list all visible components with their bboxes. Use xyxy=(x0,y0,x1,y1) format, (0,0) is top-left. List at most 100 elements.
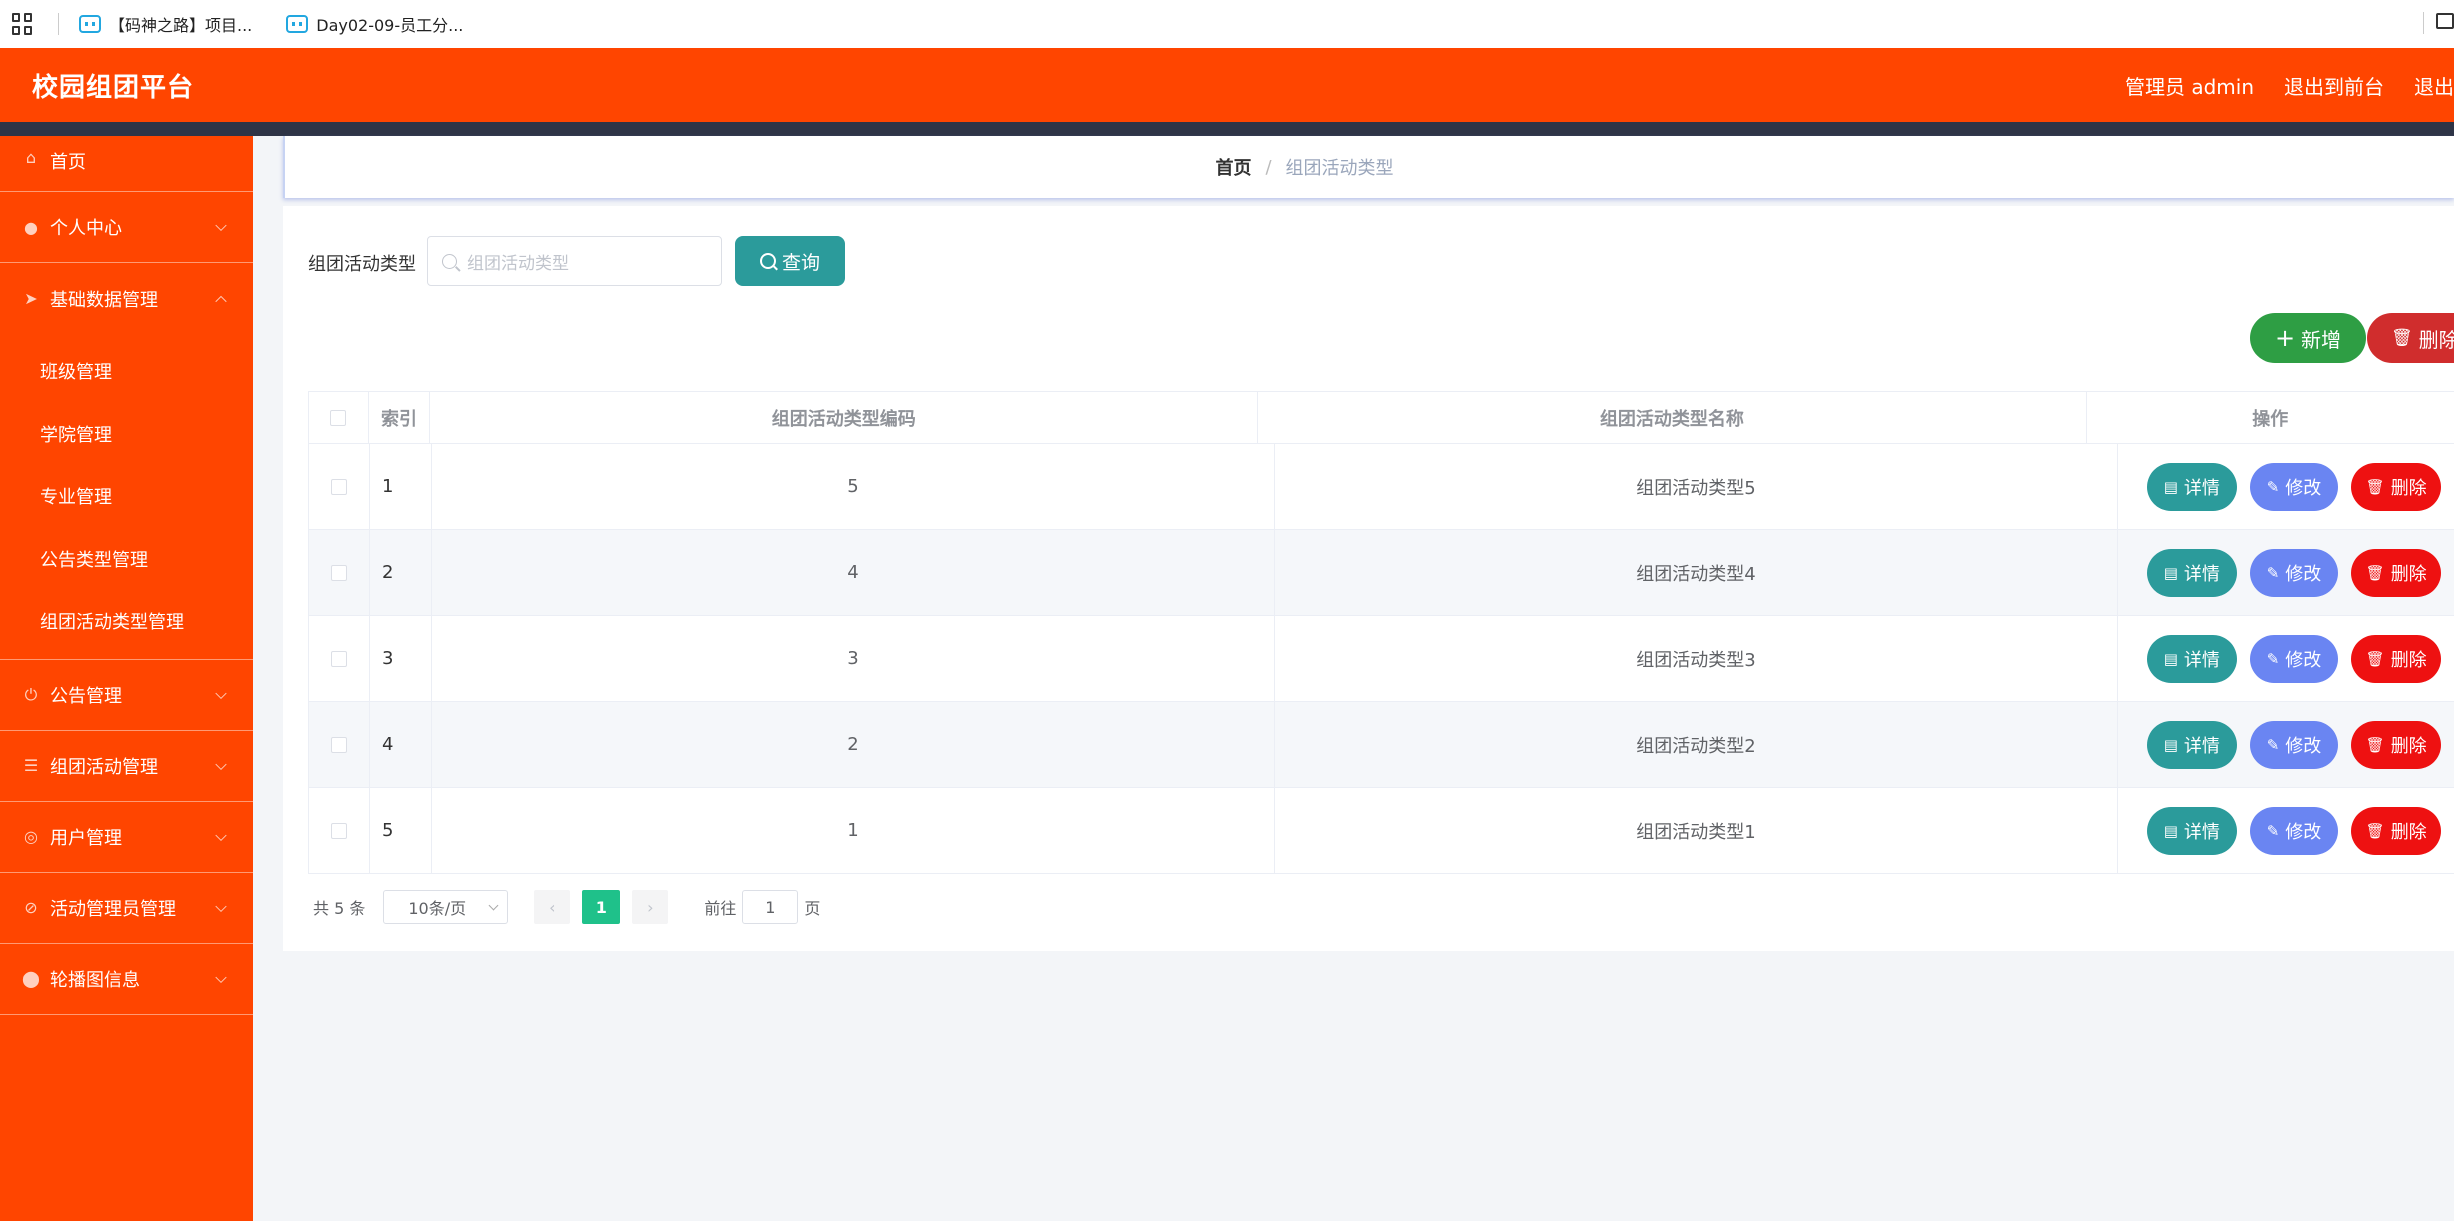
exit-to-front-link[interactable]: 退出到前台 xyxy=(2284,71,2384,100)
delete-button[interactable]: 🗑 删除 xyxy=(2351,806,2441,855)
sidebar-item-personal[interactable]: ● 个人中心 xyxy=(0,192,253,263)
sidebar-item-users[interactable]: ◎ 用户管理 xyxy=(0,802,253,873)
table-body: 1 5 组团活动类型5 ▤ 详情 ✎ 修改 🗑 删除 2 4 组团活动类型4 ▤ 详情 ✎ 修改 🗑 删除 3 3 组团… xyxy=(308,444,2454,874)
page-number-current[interactable]: 1 xyxy=(582,890,621,924)
edit-button[interactable]: ✎ 修改 xyxy=(2249,634,2339,683)
search-input[interactable]: 组团活动类型 xyxy=(427,236,722,286)
sidebar-subitem-class[interactable]: 班级管理 xyxy=(0,340,253,403)
document-icon: ▤ xyxy=(2163,649,2178,668)
header-checkbox-cell xyxy=(308,392,369,443)
edit-button[interactable]: ✎ 修改 xyxy=(2249,548,2339,597)
sidebar-item-notice[interactable]: ⏻ 公告管理 xyxy=(0,660,253,731)
delete-label: 删除 xyxy=(2390,649,2427,671)
sidebar-item-activity-admin[interactable]: ⊘ 活动管理员管理 xyxy=(0,873,253,944)
table-row: 1 5 组团活动类型5 ▤ 详情 ✎ 修改 🗑 删除 xyxy=(308,444,2454,530)
header-code: 组团活动类型编码 xyxy=(430,392,1259,443)
row-ops: ▤ 详情 ✎ 修改 🗑 删除 xyxy=(2118,616,2454,701)
row-index: 2 xyxy=(370,530,432,615)
sidebar-item-label: 用户管理 xyxy=(50,827,122,849)
detail-button[interactable]: ▤ 详情 xyxy=(2147,634,2237,683)
edit-button[interactable]: ✎ 修改 xyxy=(2249,806,2339,855)
row-ops: ▤ 详情 ✎ 修改 🗑 删除 xyxy=(2118,702,2454,787)
edit-label: 修改 xyxy=(2285,477,2322,499)
header-index: 索引 xyxy=(369,392,431,443)
delete-label: 删除 xyxy=(2390,821,2427,843)
add-button[interactable]: + 新增 xyxy=(2250,313,2366,363)
batch-delete-label: 删除 xyxy=(2418,327,2454,352)
row-code: 2 xyxy=(432,702,1275,787)
detail-button[interactable]: ▤ 详情 xyxy=(2147,806,2237,855)
power-icon: ⏻ xyxy=(24,684,38,704)
query-button[interactable]: 查询 xyxy=(735,236,845,286)
user-icon: ● xyxy=(24,217,38,237)
delete-label: 删除 xyxy=(2390,477,2427,499)
search-placeholder: 组团活动类型 xyxy=(467,253,569,274)
detail-button[interactable]: ▤ 详情 xyxy=(2147,548,2237,597)
select-all-checkbox[interactable] xyxy=(330,409,347,426)
sidebar-subitem-college[interactable]: 学院管理 xyxy=(0,403,253,466)
target-icon: ◎ xyxy=(24,827,38,846)
chevron-down-icon xyxy=(215,758,227,770)
bookmark-label: 【码神之路】项目... xyxy=(109,16,253,35)
document-icon: ▤ xyxy=(2163,563,2178,582)
edit-button[interactable]: ✎ 修改 xyxy=(2249,462,2339,511)
delete-button[interactable]: 🗑 删除 xyxy=(2351,548,2441,597)
row-index: 1 xyxy=(370,444,432,529)
folder-icon[interactable] xyxy=(2436,13,2454,29)
row-checkbox[interactable] xyxy=(331,478,347,495)
plus-icon: + xyxy=(2274,324,2296,352)
sidebar: ⌂ 首页 ● 个人中心 ➤ 基础数据管理 班级管理 学院管理 专业管理 公告类型… xyxy=(0,136,253,1221)
delete-button[interactable]: 🗑 删除 xyxy=(2351,462,2441,511)
bilibili-icon xyxy=(286,15,309,33)
logout-link[interactable]: 退出 xyxy=(2414,71,2454,100)
delete-label: 删除 xyxy=(2390,563,2427,585)
detail-button[interactable]: ▤ 详情 xyxy=(2147,720,2237,769)
sidebar-subitem-notice-type[interactable]: 公告类型管理 xyxy=(0,528,253,591)
row-checkbox[interactable] xyxy=(331,822,347,839)
sidebar-item-home[interactable]: ⌂ 首页 xyxy=(0,136,253,192)
apps-grid-icon[interactable] xyxy=(12,13,34,35)
bookmark-item-2[interactable]: Day02-09-员工分... xyxy=(286,12,463,36)
detail-button[interactable]: ▤ 详情 xyxy=(2147,462,2237,511)
query-button-label: 查询 xyxy=(781,251,820,274)
delete-button[interactable]: 🗑 删除 xyxy=(2351,634,2441,683)
row-checkbox[interactable] xyxy=(331,650,347,667)
batch-delete-button[interactable]: 🗑 删除 xyxy=(2367,313,2454,363)
page-size-select[interactable]: 10条/页 xyxy=(383,890,509,924)
breadcrumb-home[interactable]: 首页 xyxy=(1215,154,1251,180)
row-checkbox[interactable] xyxy=(331,736,347,753)
row-name: 组团活动类型3 xyxy=(1275,616,2118,701)
edit-button[interactable]: ✎ 修改 xyxy=(2249,720,2339,769)
sidebar-subitem-activity-type[interactable]: 组团活动类型管理 xyxy=(0,590,253,653)
trash-icon: 🗑 xyxy=(2365,477,2385,496)
pencil-icon: ✎ xyxy=(2266,735,2280,754)
sidebar-item-basic-data[interactable]: ➤ 基础数据管理 xyxy=(0,263,253,334)
page-suffix: 页 xyxy=(804,899,821,918)
header-ops: 操作 xyxy=(2252,408,2289,430)
chevron-right-icon: › xyxy=(647,897,654,917)
table-row: 4 2 组团活动类型2 ▤ 详情 ✎ 修改 🗑 删除 xyxy=(308,702,2454,788)
sidebar-subitem-major[interactable]: 专业管理 xyxy=(0,465,253,528)
detail-label: 详情 xyxy=(2183,735,2220,757)
row-checkbox[interactable] xyxy=(331,564,347,581)
table-header-row: 索引 组团活动类型编码 组团活动类型名称 操作 xyxy=(308,392,2454,444)
bookmark-label: Day02-09-员工分... xyxy=(316,16,464,35)
bell-off-icon: ⊘ xyxy=(24,898,38,917)
goto-page-input[interactable]: 1 xyxy=(742,890,799,924)
chevron-left-icon: ‹ xyxy=(549,897,556,917)
sidebar-item-carousel[interactable]: ⬤ 轮播图信息 xyxy=(0,944,253,1015)
bookmark-item-1[interactable]: 【码神之路】项目... xyxy=(79,12,252,36)
delete-button[interactable]: 🗑 删除 xyxy=(2351,720,2441,769)
bilibili-icon xyxy=(79,15,101,33)
prev-page-button[interactable]: ‹ xyxy=(534,890,571,924)
table-row: 2 4 组团活动类型4 ▤ 详情 ✎ 修改 🗑 删除 xyxy=(308,530,2454,616)
sidebar-item-activity[interactable]: ☰ 组团活动管理 xyxy=(0,731,253,802)
next-page-button[interactable]: › xyxy=(632,890,669,924)
trash-icon: 🗑 xyxy=(2365,563,2385,582)
chevron-down-icon xyxy=(215,900,227,912)
sidebar-item-label: 轮播图信息 xyxy=(50,969,140,991)
home-icon: ⌂ xyxy=(25,147,37,167)
trash-icon: 🗑 xyxy=(2391,328,2413,348)
row-checkbox-cell xyxy=(308,616,370,701)
delete-label: 删除 xyxy=(2390,735,2427,757)
